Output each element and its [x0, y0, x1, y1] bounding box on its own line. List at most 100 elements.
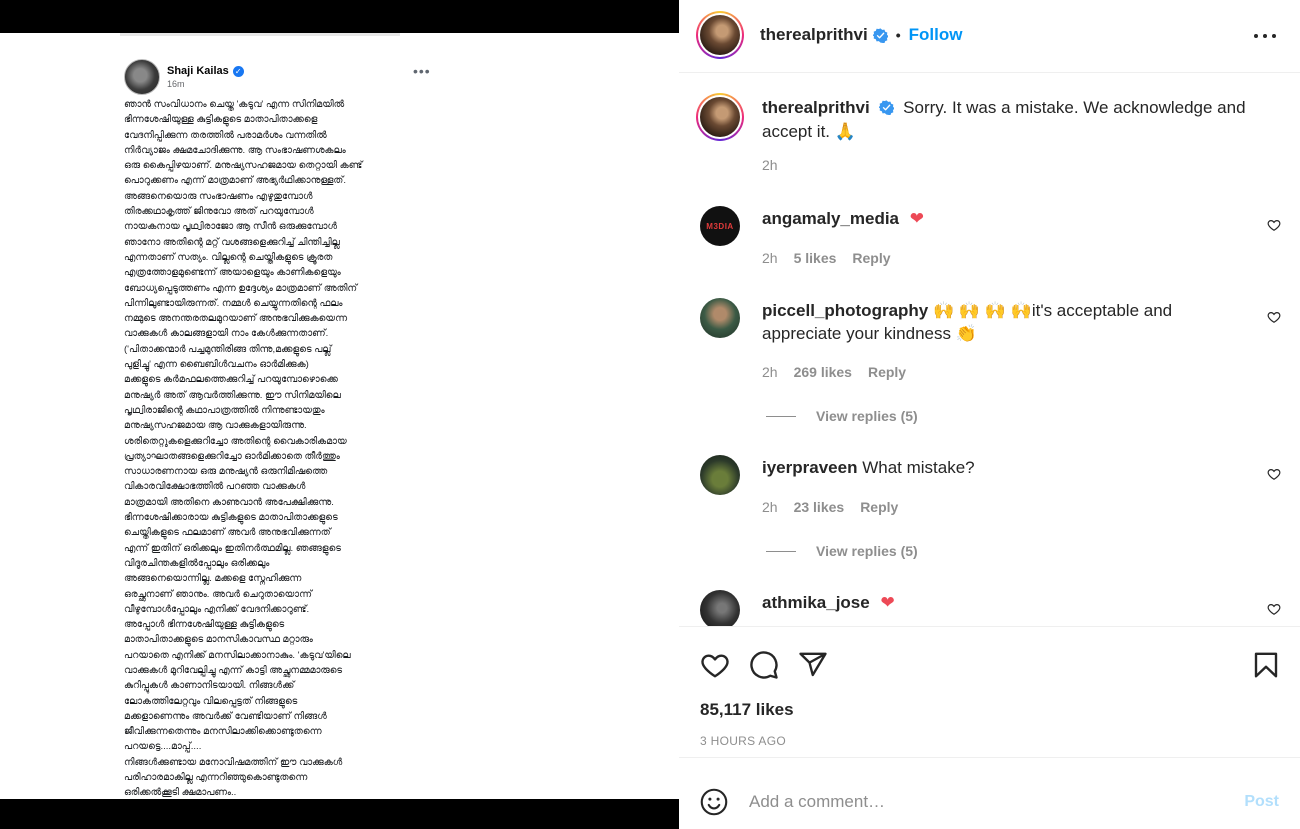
- comment-username[interactable]: piccell_photography: [762, 301, 928, 320]
- fb-text-line: മനുഷ്യർ അത് ആവർത്തിക്കുന്നു. ഈ സിനിമയിലെ: [124, 389, 341, 401]
- fb-text-line: തിരക്കഥാകൃത്ത് ജിനുവോ അത് പറയുമ്പോൾ: [124, 206, 314, 218]
- fb-text-line: കുറിപ്പുകൾ കാണാനിടയായി. നിങ്ങൾക്ക്: [124, 680, 295, 692]
- fb-text-line: ഒരച്ഛനാണ് ഞാനും. അവർ ചെറുതായൊന്ന്: [124, 588, 312, 600]
- fb-text-line: എന്ന് ഇതിന് ഒരിക്കലും ഇതിനർത്ഥമില്ല. ഞങ്…: [124, 542, 341, 554]
- reply-button[interactable]: Reply: [860, 499, 898, 515]
- verified-icon: [879, 100, 895, 115]
- author-username[interactable]: therealprithvi: [760, 25, 868, 45]
- post-button[interactable]: Post: [1244, 793, 1279, 811]
- view-replies-button[interactable]: View replies (5): [766, 408, 918, 424]
- fb-text-line: ലോകത്തിലേറ്റവും വിലപ്പെട്ടത് നിങ്ങളുടെ: [124, 695, 298, 707]
- like-heart-icon[interactable]: [700, 650, 730, 680]
- comment-username[interactable]: iyerpraveen: [762, 458, 857, 477]
- fb-text-line: നായകനായ പൃഥ്വിരാജോ ആ സീൻ ഒരുക്കുമ്പോൾ: [124, 221, 337, 233]
- comment-time: 2h: [762, 364, 778, 380]
- post-sidebar: therealprithvi • Follow therealprithvi S…: [679, 0, 1300, 829]
- fb-text-line: ഭിന്നശേഷിക്കാരായ കുട്ടികളുടെ മാതാപിതാക്ക…: [124, 512, 338, 524]
- fb-text-line: ഞാനോ അതിന്റെ മറ്റ് വശങ്ങളെക്കുറിച്ച് ചിന…: [124, 236, 340, 248]
- fb-post-text: ഞാൻ സംവിധാനം ചെയ്ത 'കടുവ' എന്ന സിനിമയിൽ ഭ…: [124, 97, 434, 799]
- fb-avatar: [124, 59, 160, 95]
- more-options-icon[interactable]: [1254, 26, 1276, 46]
- fb-text-line: വാക്കുകൾ കാലങ്ങളായി നാം കേൾക്കുന്നതാണ്.: [124, 328, 329, 340]
- fb-text-line: എത്രത്തോളമുണ്ടെന്ന് അയാളെയും കാണികളെയും: [124, 267, 341, 279]
- fb-text-line: സാധാരണനായ ഒരു മനുഷ്യൻ ഒരുനിമിഷത്തെ: [124, 466, 328, 478]
- comment-bubble-icon[interactable]: [749, 650, 779, 680]
- comment-text: What mistake?: [862, 458, 975, 477]
- fb-text-line: അങ്ങനെയൊരു സംഭാഷണം എഴുതുമ്പോൾ: [124, 190, 313, 202]
- fb-text-line: വീഴുമ്പോൾപ്പോലും എനിക്ക് വേദനിക്കാറുണ്ട്…: [124, 603, 310, 615]
- fb-author: Shaji Kailas ✓: [167, 65, 244, 77]
- fb-text-line: പറയട്ടെ....മാപ്പ്....: [124, 741, 202, 753]
- author-avatar[interactable]: [696, 11, 744, 59]
- fb-text-line: ജീവിക്കുന്നതെന്നും മനസിലാക്കിക്കൊണ്ടുതന്…: [124, 726, 322, 738]
- bookmark-icon[interactable]: [1251, 650, 1281, 680]
- like-comment-icon[interactable]: [1267, 310, 1281, 324]
- fb-text-line: ഞാൻ സംവിധാനം ചെയ്ത 'കടുവ' എന്ന സിനിമയിൽ: [124, 99, 345, 110]
- fb-text-line: മാതാപിതാക്കളുടെ മാനസികാവസ്ഥ മറ്റാരും: [124, 634, 313, 646]
- fb-more-icon: •••: [413, 63, 431, 79]
- reply-button[interactable]: Reply: [852, 250, 890, 266]
- fb-text-line: നമ്മുടെ അനന്തരതലമുറയാണ് അനുഭവിക്കുകയെന്ന: [124, 313, 348, 325]
- comment-input[interactable]: [749, 789, 1219, 815]
- commenter-avatar[interactable]: M3DIA: [700, 206, 740, 246]
- header-separator: •: [895, 27, 901, 43]
- like-comment-icon[interactable]: [1267, 467, 1281, 481]
- fb-text-line: ശരിതെറ്റുകളെക്കുറിച്ചോ അതിന്റെ വൈകാരികമാ…: [124, 435, 347, 447]
- comment-username[interactable]: angamaly_media: [762, 209, 899, 228]
- fb-text-line: ഭിന്നശേഷിയുള്ള കുട്ടികളുടെ മാതാപിതാക്കളെ: [124, 114, 318, 126]
- add-comment-bar: Post: [679, 759, 1300, 829]
- caption-time: 2h: [762, 157, 778, 173]
- fb-text-line: വികാരവിക്ഷോഭത്തിൽ പറഞ്ഞ വാക്കുകൾ: [124, 481, 306, 493]
- pray-emoji: 🙏: [834, 122, 856, 141]
- fb-text-line: നിങ്ങൾക്കുണ്ടായ മനോവിഷമത്തിന് ഈ വാക്കുകൾ: [124, 756, 343, 768]
- fb-text-line: ('പിതാക്കന്മാർ പച്ചമുന്തിരിങ്ങ തിന്നു,മക…: [124, 343, 332, 355]
- comment-likes[interactable]: 269 likes: [794, 364, 852, 380]
- fb-post-header: Shaji Kailas ✓ 16m: [124, 59, 244, 95]
- like-comment-icon[interactable]: [1267, 218, 1281, 232]
- fb-text-line: വിദൂരചിന്തകളിൽപ്പോലും ഒരിക്കലും: [124, 557, 270, 569]
- emoji-picker-icon[interactable]: [700, 788, 728, 816]
- fb-text-line: വാക്കുകൾ മുറിവേല്പിച്ചു എന്ന് കാട്ടി അച്…: [124, 664, 343, 676]
- fb-text-line: ബോധ്യപ്പെടുത്തണം എന്ന ഉദ്ദേശ്യം മാത്രമാണ…: [124, 282, 358, 294]
- comments-section[interactable]: therealprithvi Sorry. It was a mistake. …: [679, 74, 1300, 627]
- fb-time: 16m: [167, 79, 185, 89]
- fb-author-name: Shaji Kailas: [167, 65, 229, 77]
- comment-time: 2h: [762, 499, 778, 515]
- fb-text-line: പറയാതെ എനിക്ക് മനസിലാക്കാനാകും. 'കടുവ'യി…: [124, 649, 351, 661]
- caption-username[interactable]: therealprithvi: [762, 98, 870, 117]
- comment-likes[interactable]: 5 likes: [794, 250, 837, 266]
- fb-text-line: ചെയ്തികളുടെ ഫലമാണ് അവർ അനുഭവിക്കുന്നത്: [124, 527, 331, 539]
- fb-text-line: അപ്പോൾ ഭിന്നശേഷിയുള്ള കുട്ടികളുടെ: [124, 619, 285, 631]
- fb-text-line: വേദനിപ്പിക്കുന്ന തരത്തിൽ പരാമർശം വന്നതിൽ: [124, 129, 327, 141]
- like-comment-icon[interactable]: [1267, 602, 1281, 616]
- follow-button[interactable]: Follow: [909, 25, 963, 45]
- fb-text-line: ഒരിക്കൽക്കൂടി ക്ഷമാപണം..: [124, 787, 237, 799]
- fb-text-line: പരിഹാരമാകില്ല എന്നറിഞ്ഞുകൊണ്ടുതന്നെ: [124, 772, 308, 784]
- fb-verified-icon: ✓: [232, 65, 244, 77]
- view-replies-label: View replies (5): [816, 408, 918, 424]
- share-paper-plane-icon[interactable]: [798, 650, 828, 680]
- post-media: Shaji Kailas ✓ 16m ••• ഞാൻ സംവിധാനം ചെയ്…: [0, 0, 679, 829]
- commenter-avatar[interactable]: [700, 590, 740, 626]
- fb-text-line: മനുഷ്യസഹജമായ ആ വാക്കുകളായിരുന്നു.: [124, 420, 307, 432]
- likes-count[interactable]: 85,117 likes: [700, 700, 794, 720]
- commenter-avatar[interactable]: [700, 298, 740, 338]
- post-header: therealprithvi • Follow: [679, 0, 1300, 73]
- fb-text-line: പ്രത്യാഘാതങ്ങളെക്കുറിച്ചോ ഓർമിക്കാതെ തീർ…: [124, 450, 340, 462]
- fb-text-line: നിർവ്യാജം ക്ഷമചോദിക്കുന്നു. ആ സംഭാഷണശകലം: [124, 144, 346, 156]
- commenter-avatar[interactable]: [700, 455, 740, 495]
- post-image: Shaji Kailas ✓ 16m ••• ഞാൻ സംവിധാനം ചെയ്…: [0, 33, 679, 799]
- caption-avatar[interactable]: [696, 93, 744, 141]
- fb-text-line: അങ്ങനെയൊന്നില്ല. മക്കളെ സ്നേഹിക്കുന്ന: [124, 573, 302, 585]
- fb-text-line: ഒരു കൈപ്പിഴയാണ്. മനുഷ്യസഹജമായ തെറ്റായി ക…: [124, 160, 363, 172]
- fb-text-line: പൃഥ്വിരാജിന്റെ കഥാപാത്രത്തിൽ നിന്നുണ്ടായ…: [124, 404, 325, 416]
- view-replies-button[interactable]: View replies (5): [766, 543, 918, 559]
- reply-button[interactable]: Reply: [868, 364, 906, 380]
- verified-icon: [872, 27, 888, 43]
- fb-text-line: പുളിച്ചു' എന്ന ബൈബിൾവചനം ഓർമിക്കുക): [124, 359, 309, 371]
- comment-likes[interactable]: 23 likes: [794, 499, 845, 515]
- red-heart-emoji: ❤: [909, 209, 924, 228]
- fb-text-line: മക്കളുടെ കർമഫലത്തെക്കുറിച്ച് പറയുമ്പോഴൊക…: [124, 374, 338, 386]
- comment-username[interactable]: athmika_jose: [762, 593, 870, 612]
- fb-text-line: മക്കളാണെന്നും അവർക്ക് വേണ്ടിയാണ് നിങ്ങൾ: [124, 710, 327, 722]
